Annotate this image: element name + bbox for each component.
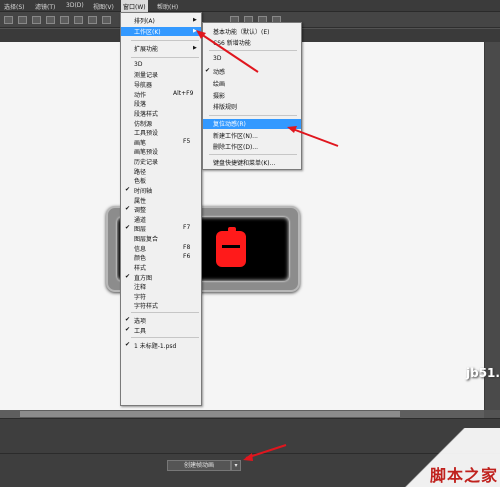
workspace-submenu: 基本功能（默认）(E) CS6 新增功能 3D ✔ 动感 绘画 摄影 排版规则 … — [202, 22, 302, 170]
checkmark-icon: ✔ — [205, 67, 211, 74]
tool-option-icon[interactable] — [74, 16, 83, 24]
menu-item-info[interactable]: 信息 — [134, 244, 146, 253]
submenu-item-keyboard-shortcuts[interactable]: 键盘快捷键和菜单(K)... — [213, 158, 275, 167]
digit-top — [228, 227, 236, 232]
menu-separator — [209, 115, 297, 116]
menu-item-tool-presets[interactable]: 工具预设 — [134, 128, 158, 137]
checkmark-icon: ✔ — [125, 224, 131, 231]
menu-separator — [131, 40, 199, 41]
menu-item-timeline[interactable]: 时间轴 — [134, 186, 152, 195]
menu-item-adjustments[interactable]: 调整 — [134, 205, 146, 214]
scrollbar-thumb[interactable] — [20, 411, 400, 417]
menu-separator — [209, 154, 297, 155]
menu-view[interactable]: 视图(V) — [93, 2, 114, 11]
menu-item-color[interactable]: 颜色 — [134, 253, 146, 262]
tool-option-icon[interactable] — [88, 16, 97, 24]
create-frame-animation-button[interactable]: 创建帧动画 — [167, 460, 231, 471]
menu-item-document[interactable]: 1 未标题-1.psd — [134, 341, 176, 350]
tool-option-icon[interactable] — [102, 16, 111, 24]
menu-item-histogram[interactable]: 直方图 — [134, 273, 152, 282]
shortcut-label: F7 — [183, 224, 191, 231]
menu-item-clone-source[interactable]: 仿制源 — [134, 119, 152, 128]
menu-item-styles[interactable]: 样式 — [134, 263, 146, 272]
menu-item-3d[interactable]: 3D — [134, 61, 142, 68]
menu-separator — [131, 312, 199, 313]
submenu-item-new-workspace[interactable]: 新建工作区(N)... — [213, 131, 258, 140]
submenu-item-painting[interactable]: 绘画 — [213, 79, 225, 88]
menu-item-paths[interactable]: 路径 — [134, 167, 146, 176]
menu-item-workspace[interactable]: 工作区(K) — [121, 27, 201, 36]
submenu-arrow-icon: ▶ — [193, 17, 197, 23]
menu-item-tools[interactable]: 工具 — [134, 326, 146, 335]
menu-item-options[interactable]: 选项 — [134, 316, 146, 325]
menu-item-arrange[interactable]: 排列(A) — [121, 16, 201, 25]
menu-item-paragraph[interactable]: 段落 — [134, 99, 146, 108]
submenu-item-3d[interactable]: 3D — [213, 55, 221, 62]
menu-item-character-styles[interactable]: 字符样式 — [134, 301, 158, 310]
menu-item-properties[interactable]: 属性 — [134, 196, 146, 205]
vertical-scrollbar[interactable] — [484, 42, 500, 410]
menu-item-swatches[interactable]: 色板 — [134, 176, 146, 185]
checkmark-icon: ✔ — [125, 205, 131, 212]
menu-separator — [209, 50, 297, 51]
tool-option-icon[interactable] — [32, 16, 41, 24]
checkmark-icon: ✔ — [125, 186, 131, 193]
menu-filter[interactable]: 滤镜(T) — [35, 2, 55, 11]
menu-window[interactable]: 窗口(W) — [121, 0, 148, 12]
checkmark-icon: ✔ — [125, 316, 131, 323]
watermark-text: 脚本之家 — [430, 466, 499, 485]
checkmark-icon: ✔ — [125, 341, 131, 348]
submenu-item-photography[interactable]: 摄影 — [213, 91, 225, 100]
menu-select[interactable]: 选择(S) — [4, 2, 25, 11]
submenu-item-typography[interactable]: 排版规则 — [213, 102, 237, 111]
shortcut-label: F8 — [183, 244, 191, 251]
red-digit — [216, 231, 246, 267]
menu-item-navigator[interactable]: 导航器 — [134, 80, 152, 89]
menu-item-character[interactable]: 字符 — [134, 292, 146, 301]
window-menu: 排列(A) ▶ 工作区(K) ▶ 扩展功能 ▶ 3D 测量记录 导航器 动作 A… — [120, 12, 202, 406]
submenu-item-motion[interactable]: 动感 — [213, 67, 225, 76]
tool-option-icon[interactable] — [46, 16, 55, 24]
menu-item-extensions[interactable]: 扩展功能 — [121, 44, 201, 53]
menu-item-channels[interactable]: 通道 — [134, 215, 146, 224]
watermark-site: jb51.net — [466, 366, 500, 380]
checkmark-icon: ✔ — [125, 273, 131, 280]
menu-item-measurement-log[interactable]: 测量记录 — [134, 70, 158, 79]
menu-separator — [131, 57, 199, 58]
checkmark-icon: ✔ — [125, 326, 131, 333]
menu-item-brush-presets[interactable]: 画笔预设 — [134, 147, 158, 156]
menu-bar: 选择(S) 滤镜(T) 3D(D) 视图(V) 窗口(W) 帮助(H) — [0, 0, 500, 12]
menu-item-layers[interactable]: 图层 — [134, 224, 146, 233]
chevron-down-icon[interactable]: ▾ — [231, 460, 241, 471]
menu-item-history[interactable]: 历史记录 — [134, 157, 158, 166]
menu-3d[interactable]: 3D(D) — [66, 2, 84, 9]
submenu-arrow-icon: ▶ — [193, 45, 197, 51]
tool-option-icon[interactable] — [4, 16, 13, 24]
submenu-arrow-icon: ▶ — [193, 28, 197, 34]
tool-option-icon[interactable] — [18, 16, 27, 24]
menu-item-notes[interactable]: 注释 — [134, 282, 146, 291]
submenu-item-essentials[interactable]: 基本功能（默认）(E) — [213, 27, 269, 36]
digit-gap — [222, 245, 240, 248]
menu-help[interactable]: 帮助(H) — [157, 2, 178, 11]
menu-item-layer-comps[interactable]: 图层复合 — [134, 234, 158, 243]
menu-item-paragraph-styles[interactable]: 段落样式 — [134, 109, 158, 118]
submenu-item-cs6-new[interactable]: CS6 新增功能 — [213, 38, 251, 47]
menu-item-actions[interactable]: 动作 — [134, 90, 146, 99]
submenu-item-delete-workspace[interactable]: 删除工作区(D)... — [213, 142, 258, 151]
menu-item-brush[interactable]: 画笔 — [134, 138, 146, 147]
tool-option-icon[interactable] — [60, 16, 69, 24]
shortcut-label: Alt+F9 — [173, 90, 194, 97]
horizontal-scrollbar[interactable] — [0, 410, 484, 418]
menu-separator — [131, 337, 199, 338]
shortcut-label: F6 — [183, 253, 191, 260]
submenu-item-reset-motion[interactable]: 复位动感(R) — [203, 119, 301, 129]
shortcut-label: F5 — [183, 138, 191, 145]
